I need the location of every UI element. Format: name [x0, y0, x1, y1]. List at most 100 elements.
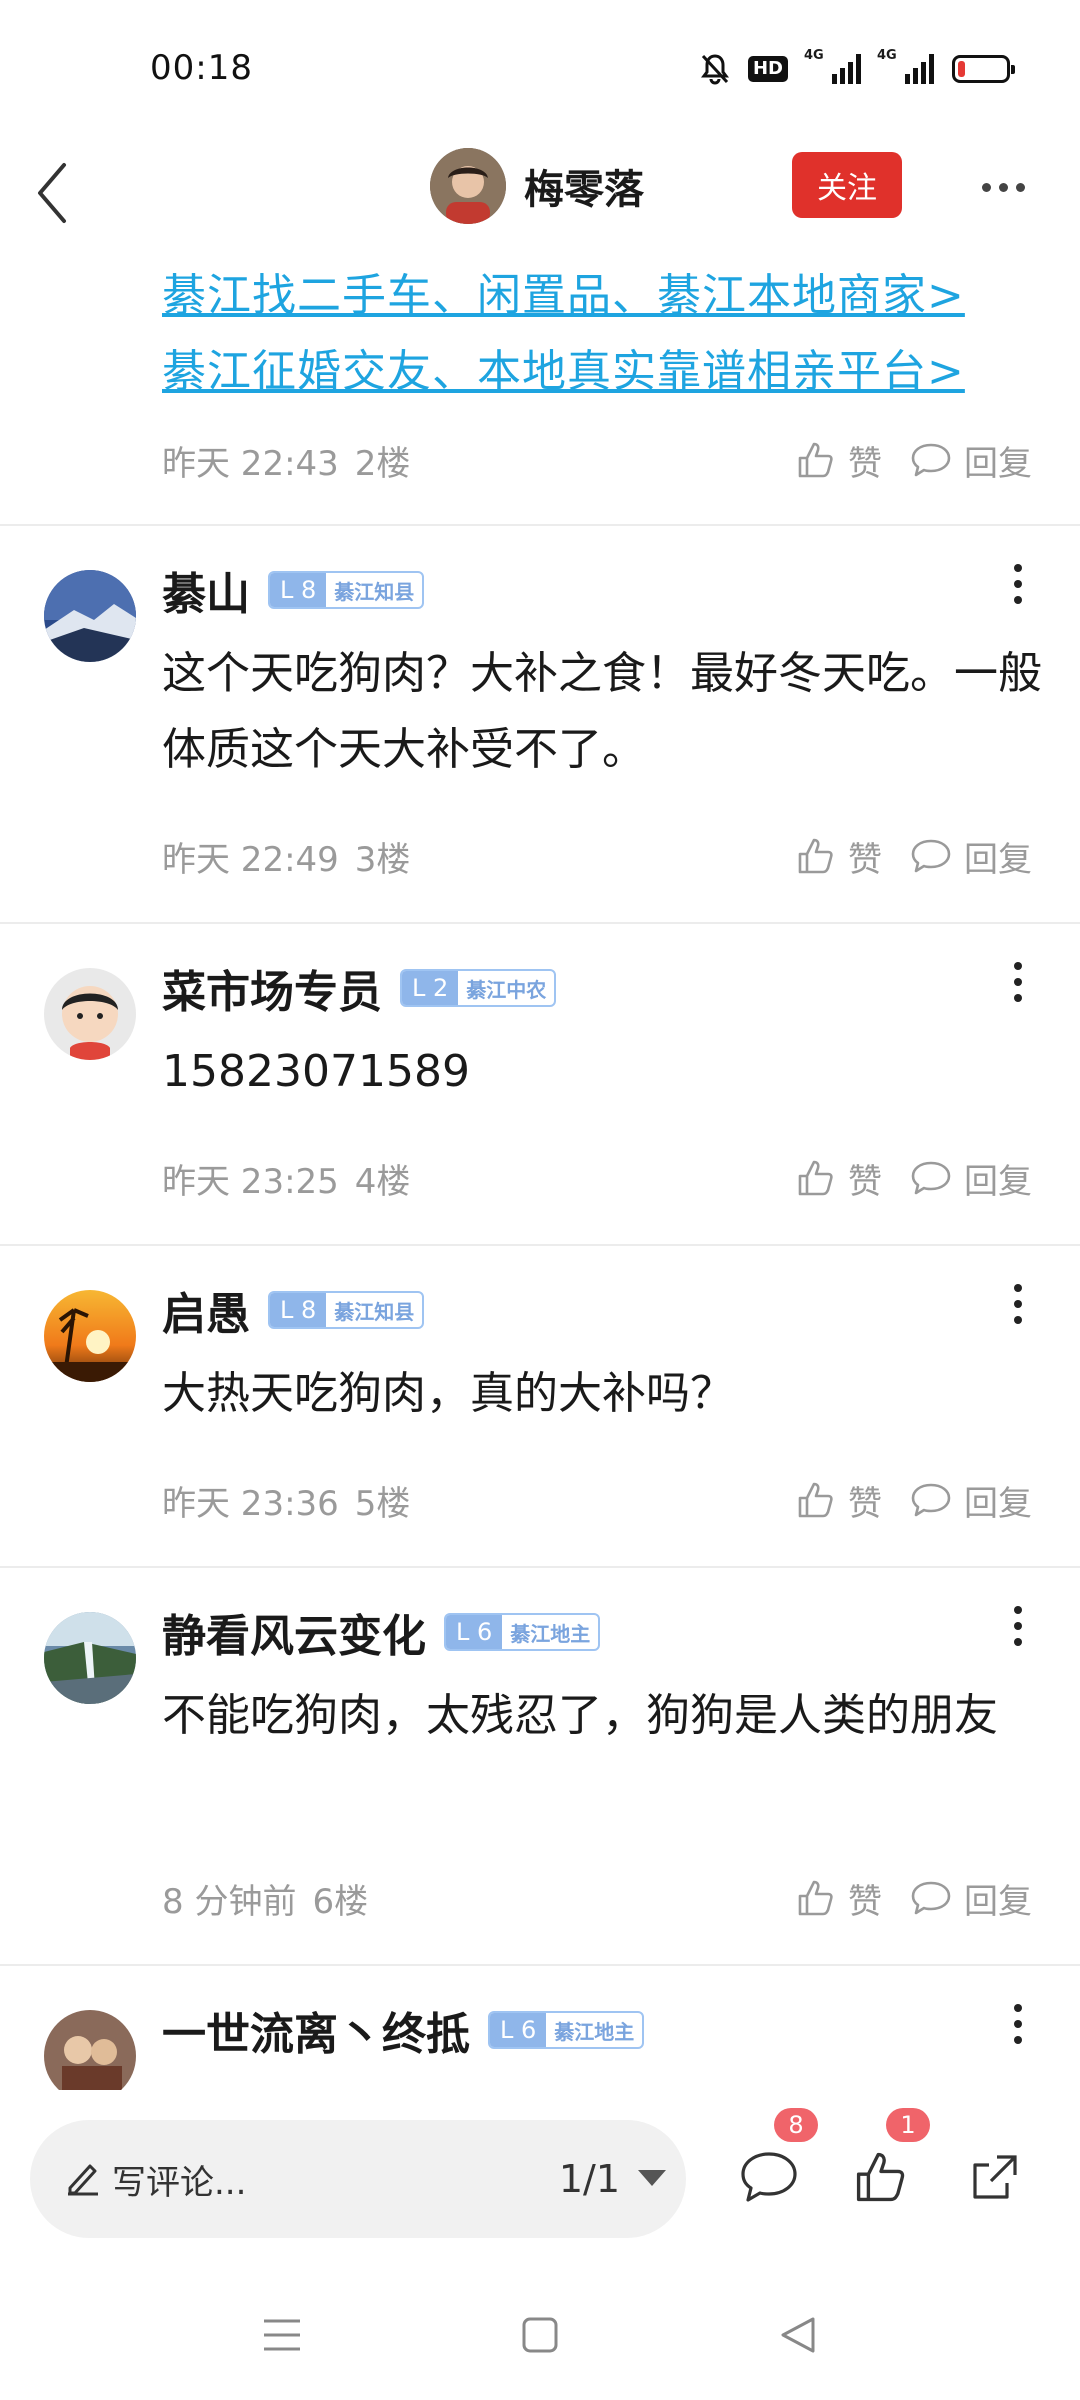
promo-link-secondhand[interactable]: 綦江找二手车、闲置品、綦江本地商家>: [162, 258, 965, 334]
comment-more-button[interactable]: [998, 1274, 1038, 1334]
floor-4-meta: 昨天 23:25 4楼 赞 回复: [162, 1148, 1042, 1208]
comment-content: 15823071589: [162, 1046, 470, 1097]
back-button[interactable]: [22, 158, 82, 228]
share-icon: [973, 2155, 1017, 2199]
top-nav: 梅零落 关注: [0, 140, 1080, 250]
author-name[interactable]: 梅零落: [524, 157, 644, 215]
more-horizontal-icon: [981, 182, 991, 192]
speech-bubble-icon: [911, 1483, 951, 1517]
comment-more-button[interactable]: [998, 1994, 1038, 2054]
thumbs-up-icon: [856, 2152, 905, 2202]
signal-2-icon: 4G: [877, 48, 934, 84]
more-button[interactable]: [968, 162, 1038, 212]
comment-content: 大热天吃狗肉，真的大补吗？: [162, 1368, 734, 1419]
level-badge: L 8 綦江知县: [268, 1291, 425, 1329]
reply-button[interactable]: 回复: [910, 1154, 1032, 1203]
divider: [0, 1244, 1080, 1246]
reply-button[interactable]: 回复: [910, 436, 1032, 485]
comment-more-button[interactable]: [998, 952, 1038, 1012]
comment-input[interactable]: 写评论... 1/1: [30, 2120, 686, 2238]
user-name[interactable]: 静看风云变化: [162, 1600, 426, 1664]
like-button[interactable]: 赞: [796, 1476, 882, 1525]
divider: [0, 524, 1080, 526]
like-button[interactable]: 赞: [796, 1874, 882, 1923]
post-time: 昨天 23:25: [162, 1161, 339, 1202]
like-post-button[interactable]: 1: [846, 2108, 930, 2212]
avatar[interactable]: [44, 1290, 136, 1382]
floor-5-meta: 昨天 23:36 5楼 赞 回复: [162, 1470, 1042, 1530]
user-name[interactable]: 一世流离丶终抵: [162, 1998, 470, 2062]
like-button[interactable]: 赞: [796, 436, 882, 485]
level-badge: L 6 綦江地主: [488, 2011, 645, 2049]
follow-button[interactable]: 关注: [792, 152, 902, 218]
author-info[interactable]: 梅零落: [430, 148, 644, 224]
recents-button[interactable]: [252, 2310, 312, 2360]
pencil-icon: [64, 2158, 102, 2200]
home-button[interactable]: [510, 2310, 570, 2360]
comment-content: 这个天吃狗肉？大补之食！最好冬天吃。一般体质这个天大补受不了。: [162, 648, 1042, 775]
level-badge: L 6 綦江地主: [444, 1613, 601, 1651]
comment-placeholder: 写评论...: [112, 2162, 247, 2203]
level-badge: L 8 綦江知县: [268, 571, 425, 609]
comment-header: 静看风云变化 L 6 綦江地主: [162, 1600, 601, 1664]
user-name[interactable]: 菜市场专员: [162, 956, 382, 1020]
comment-more-button[interactable]: [998, 1596, 1038, 1656]
like-button[interactable]: 赞: [796, 832, 882, 881]
status-icons: HD 4G 4G: [700, 48, 1015, 86]
thumbs-up-icon: [798, 838, 833, 874]
avatar[interactable]: [44, 968, 136, 1060]
post-time: 昨天 22:49: [162, 839, 339, 880]
thumbs-up-icon: [798, 1482, 833, 1518]
thumbs-up-icon: [798, 1160, 833, 1196]
status-time: 00:18: [150, 48, 253, 88]
page-indicator[interactable]: 1/1: [559, 2157, 620, 2201]
square-icon: [522, 2317, 558, 2353]
menu-icon: [264, 2319, 300, 2351]
share-button[interactable]: [960, 2142, 1030, 2212]
divider: [0, 922, 1080, 924]
comments-button[interactable]: 8: [734, 2108, 818, 2212]
user-name[interactable]: 綦山: [162, 558, 250, 622]
avatar[interactable]: [44, 570, 136, 662]
floor-6-meta: 8 分钟前 6楼 赞 回复: [162, 1868, 1042, 1928]
like-button[interactable]: 赞: [796, 1154, 882, 1203]
like-count-badge: 1: [886, 2108, 930, 2142]
comment-count-badge: 8: [774, 2108, 818, 2142]
signal-1-icon: 4G: [804, 48, 861, 84]
reply-button[interactable]: 回复: [910, 1476, 1032, 1525]
caret-down-icon[interactable]: [638, 2170, 666, 2186]
hd-icon: HD: [747, 52, 788, 86]
level-badge: L 2 綦江中农: [400, 969, 557, 1007]
bell-off-icon: [700, 52, 730, 86]
bottom-action-bar: 写评论... 1/1 8 1: [0, 2090, 1080, 2270]
promo-link-dating[interactable]: 綦江征婚交友、本地真实靠谱相亲平台>: [162, 334, 965, 410]
system-back-button[interactable]: [768, 2310, 828, 2360]
avatar[interactable]: [44, 2010, 136, 2090]
thumbs-up-icon: [798, 442, 833, 478]
user-name[interactable]: 启愚: [162, 1278, 250, 1342]
divider: [0, 1566, 1080, 1568]
speech-bubble-icon: [911, 1881, 951, 1915]
floor-number: 5楼: [354, 1483, 411, 1524]
post-time: 昨天 22:43: [162, 443, 339, 484]
floor-2-meta: 昨天 22:43 2楼 赞 回复: [162, 430, 1042, 490]
post-time: 昨天 23:36: [162, 1483, 339, 1524]
comment-floor-7: 一世流离丶终抵 L 6 綦江地主: [0, 1966, 1080, 2090]
battery-level: [958, 61, 965, 77]
avatar[interactable]: [44, 1612, 136, 1704]
floor-number: 2楼: [354, 443, 411, 484]
status-bar: 00:18 HD 4G 4G: [0, 0, 1080, 140]
comment-header: 菜市场专员 L 2 綦江中农: [162, 956, 557, 1020]
comment-more-button[interactable]: [998, 554, 1038, 614]
comment-header: 綦山 L 8 綦江知县: [162, 558, 425, 622]
battery-icon: [952, 55, 1015, 83]
reply-button[interactable]: 回复: [910, 832, 1032, 881]
author-avatar[interactable]: [430, 148, 506, 224]
chevron-left-icon: [38, 163, 66, 223]
reply-button[interactable]: 回复: [910, 1874, 1032, 1923]
speech-bubble-icon: [741, 2152, 797, 2202]
floor-number: 3楼: [354, 839, 411, 880]
comment-header: 一世流离丶终抵 L 6 綦江地主: [162, 1998, 645, 2062]
promo-links: 綦江找二手车、闲置品、綦江本地商家> 綦江征婚交友、本地真实靠谱相亲平台>: [162, 258, 965, 410]
triangle-back-icon: [781, 2317, 815, 2353]
